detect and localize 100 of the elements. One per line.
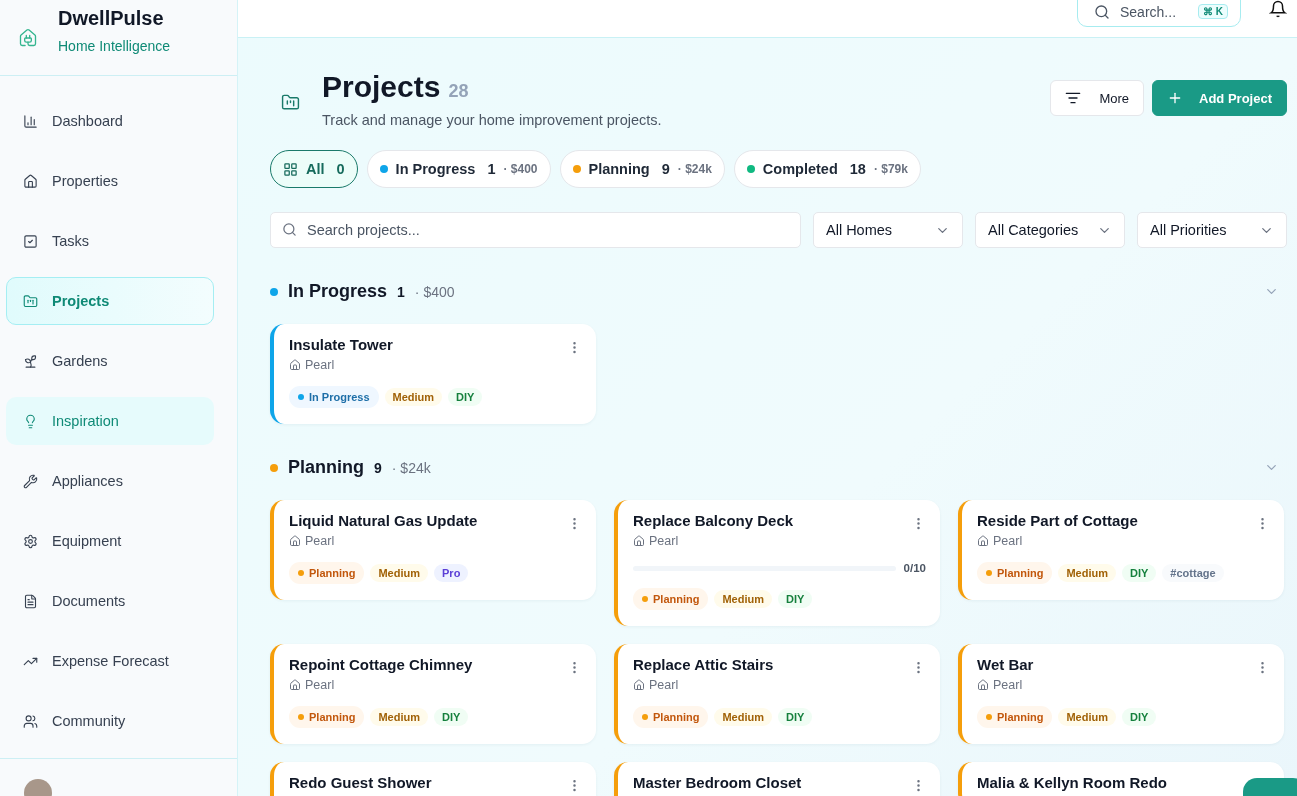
filter-select[interactable]: All Categories (975, 212, 1125, 248)
status-badge: Planning (289, 562, 365, 584)
status-badge: Planning (633, 588, 709, 610)
status-tab[interactable]: All 0 (270, 150, 358, 188)
sidebar-item[interactable]: Gardens (6, 337, 214, 385)
tag-badge: Medium (370, 564, 428, 582)
checkbox-icon (23, 233, 38, 249)
home-icon (633, 535, 645, 547)
home-icon (289, 679, 301, 691)
tag-badge: Medium (714, 590, 772, 608)
sidebar-item[interactable]: Community (6, 697, 214, 745)
project-title: Master Bedroom Closet (633, 774, 802, 791)
group-title: Planning (288, 457, 364, 478)
filter-select[interactable]: All Priorities (1137, 212, 1287, 248)
status-tab[interactable]: Planning 9 · $24k (559, 150, 725, 188)
filter-select[interactable]: All Homes (813, 212, 963, 248)
sidebar-item[interactable]: Equipment (6, 517, 214, 565)
project-title: Repoint Cottage Chimney (289, 656, 473, 673)
group-title: In Progress (288, 281, 388, 302)
group-amount: · $400 (414, 283, 455, 300)
home-icon (289, 359, 301, 371)
shortcut-key: ⌘ K (1198, 4, 1228, 19)
search-icon (1094, 3, 1110, 20)
project-card[interactable]: Malia & Kellyn Room Redo (958, 762, 1284, 796)
sidebar-item[interactable]: Appliances (6, 457, 214, 505)
project-card[interactable]: Reside Part of Cottage Pearl Planning Medium DIY #cottage (958, 500, 1284, 600)
sidebar-item[interactable]: Documents (6, 577, 214, 625)
status-badge: Planning (977, 706, 1053, 728)
tag-badge: Pro (434, 564, 469, 582)
project-title: Redo Guest Shower (289, 774, 432, 791)
document-icon (23, 593, 38, 609)
project-card[interactable]: Insulate Tower Pearl In Progress Medium DIY (270, 324, 596, 424)
project-title: Reside Part of Cottage (977, 512, 1138, 529)
project-title: Replace Attic Stairs (633, 656, 774, 673)
group-count: 1 (397, 283, 405, 300)
settings-icon (23, 533, 38, 549)
brand-tagline: Home Intelligence (58, 38, 171, 54)
sidebar-item[interactable]: Properties (6, 157, 214, 205)
status-tab[interactable]: In Progress 1 · $400 (366, 150, 551, 188)
status-badge: Planning (977, 562, 1053, 584)
home-icon (23, 173, 38, 189)
sidebar-item[interactable]: Expense Forecast (6, 637, 214, 685)
project-home: Pearl (993, 534, 1023, 548)
home-icon (977, 535, 989, 547)
lightbulb-icon (23, 413, 38, 429)
sidebar-item[interactable]: Projects (6, 277, 214, 325)
project-home: Pearl (305, 358, 335, 372)
page-title: Projects (322, 70, 441, 104)
project-title: Malia & Kellyn Room Redo (977, 774, 1168, 791)
status-tab[interactable]: Completed 18 · $79k (733, 150, 921, 188)
project-card[interactable]: Replace Attic Stairs Pearl Planning Medium DIY (614, 644, 940, 744)
progress-reading: 0/10 (903, 562, 926, 574)
home-icon (633, 679, 645, 691)
project-home: Pearl (993, 678, 1023, 692)
project-title: Replace Balcony Deck (633, 512, 794, 529)
project-card[interactable]: Wet Bar Pearl Planning Medium DIY (958, 644, 1284, 744)
tag-badge: DIY (434, 708, 469, 726)
more-button[interactable]: More (1050, 80, 1145, 116)
project-title: Wet Bar (977, 656, 1034, 673)
folder-icon (23, 293, 38, 309)
sprout-icon (23, 353, 38, 369)
sidebar-item[interactable]: Tasks (6, 217, 214, 265)
project-card[interactable]: Liquid Natural Gas Update Pearl Planning Medium Pro (270, 500, 596, 600)
tag-badge: Medium (714, 708, 772, 726)
tag-badge: DIY (778, 590, 813, 608)
sidebar-item[interactable]: Dashboard (6, 97, 214, 145)
project-home: Pearl (305, 534, 335, 548)
project-title: Insulate Tower (289, 336, 393, 353)
notification-button[interactable] (1269, 0, 1287, 18)
search-icon (282, 222, 297, 237)
project-home: Pearl (649, 678, 679, 692)
project-count: 28 (448, 81, 469, 102)
sidebar-item[interactable]: Inspiration (6, 397, 214, 445)
tag-badge: #cottage (1162, 564, 1224, 582)
tag-badge: Medium (1058, 564, 1116, 582)
tag-badge: Medium (384, 388, 443, 406)
home-icon (977, 679, 989, 691)
project-title: Liquid Natural Gas Update (289, 512, 478, 529)
group-amount: · $24k (391, 459, 431, 476)
search-button[interactable]: Search... ⌘ K (1077, 0, 1241, 27)
project-card[interactable]: Redo Guest Shower (270, 762, 596, 796)
tag-badge: DIY (778, 708, 813, 726)
project-card[interactable]: Replace Balcony Deck Pearl 0/10 Planning Medium DIY (614, 500, 940, 626)
project-home: Pearl (305, 678, 335, 692)
tag-badge: DIY (448, 388, 483, 406)
filter-icon (1065, 90, 1082, 106)
search-field[interactable]: Search projects... (270, 212, 801, 248)
users-icon (23, 713, 38, 729)
group-count: 9 (374, 459, 382, 476)
tag-badge: DIY (1122, 708, 1157, 726)
house-logo-icon (18, 27, 38, 48)
page-subtitle: Track and manage your home improvement projects. (322, 112, 663, 128)
status-badge: Planning (633, 706, 709, 728)
status-badge: In Progress (289, 386, 379, 408)
project-card[interactable]: Master Bedroom Closet (614, 762, 940, 796)
bar-chart-icon (23, 113, 38, 129)
tag-badge: DIY (1122, 564, 1157, 582)
grid-icon (283, 161, 298, 177)
project-card[interactable]: Repoint Cottage Chimney Pearl Planning Medium DIY (270, 644, 596, 744)
bell-icon (1269, 0, 1287, 18)
